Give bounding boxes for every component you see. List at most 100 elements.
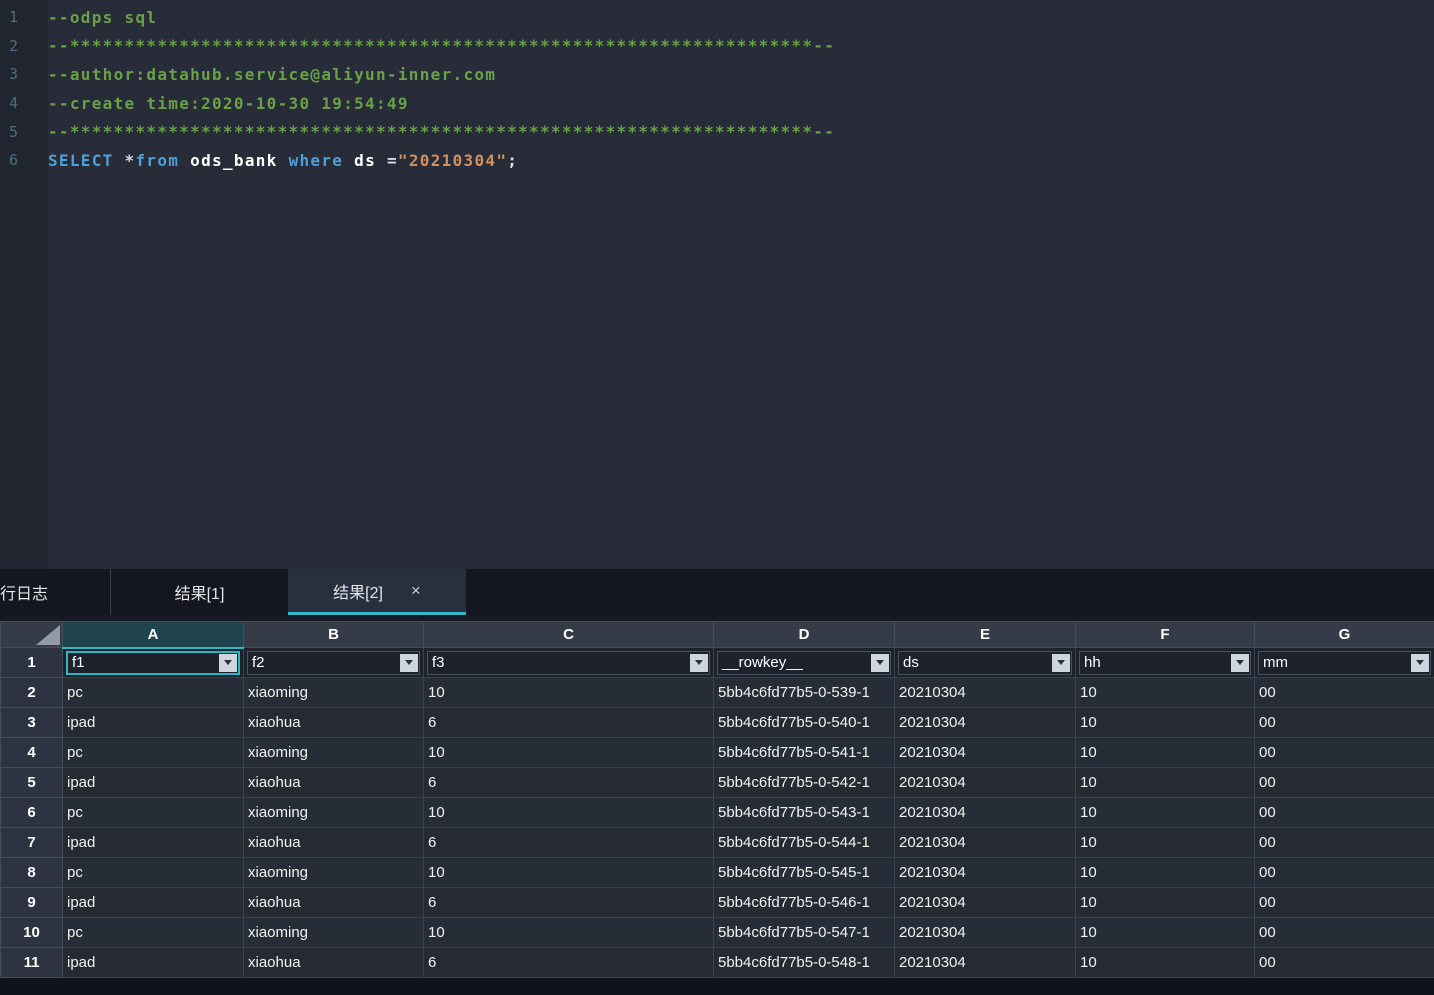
table-cell[interactable]: 5bb4c6fd77b5-0-544-1	[714, 828, 895, 858]
table-cell[interactable]: 5bb4c6fd77b5-0-543-1	[714, 798, 895, 828]
table-cell[interactable]: ipad	[63, 708, 244, 738]
table-cell[interactable]: xiaohua	[244, 948, 424, 978]
column-header-C[interactable]: C	[424, 622, 714, 648]
table-cell[interactable]: pc	[63, 798, 244, 828]
table-cell[interactable]: 20210304	[895, 858, 1076, 888]
table-cell[interactable]: 6	[424, 948, 714, 978]
row-header[interactable]: 2	[1, 678, 63, 708]
filter-dropdown-f1[interactable]: f1	[66, 651, 240, 675]
table-cell[interactable]: 5bb4c6fd77b5-0-546-1	[714, 888, 895, 918]
code-line[interactable]: 6SELECT *from ods_bank where ds ="202103…	[0, 146, 1434, 175]
table-cell[interactable]: 00	[1255, 918, 1434, 948]
row-header[interactable]: 3	[1, 708, 63, 738]
close-icon[interactable]: ×	[411, 582, 421, 599]
table-cell[interactable]: 10	[1076, 858, 1255, 888]
table-cell[interactable]: xiaohua	[244, 828, 424, 858]
table-cell[interactable]: 10	[424, 918, 714, 948]
dropdown-button[interactable]	[1052, 654, 1070, 672]
dropdown-button[interactable]	[400, 654, 418, 672]
table-cell[interactable]: pc	[63, 858, 244, 888]
table-cell[interactable]: 20210304	[895, 678, 1076, 708]
row-header[interactable]: 1	[1, 648, 63, 678]
table-cell[interactable]: 20210304	[895, 888, 1076, 918]
filter-dropdown-hh[interactable]: hh	[1079, 651, 1251, 675]
table-cell[interactable]: 00	[1255, 948, 1434, 978]
table-cell[interactable]: 00	[1255, 738, 1434, 768]
table-cell[interactable]: 6	[424, 768, 714, 798]
dropdown-button[interactable]	[690, 654, 708, 672]
filter-dropdown-__rowkey__[interactable]: __rowkey__	[717, 651, 891, 675]
table-cell[interactable]: xiaoming	[244, 738, 424, 768]
row-header[interactable]: 9	[1, 888, 63, 918]
table-cell[interactable]: 10	[1076, 768, 1255, 798]
column-header-B[interactable]: B	[244, 622, 424, 648]
table-cell[interactable]: 5bb4c6fd77b5-0-539-1	[714, 678, 895, 708]
table-cell[interactable]: 5bb4c6fd77b5-0-540-1	[714, 708, 895, 738]
table-cell[interactable]: xiaohua	[244, 888, 424, 918]
table-cell[interactable]: 10	[424, 678, 714, 708]
table-cell[interactable]: 10	[424, 798, 714, 828]
table-cell[interactable]: pc	[63, 918, 244, 948]
table-cell[interactable]: 10	[424, 738, 714, 768]
table-cell[interactable]: 20210304	[895, 828, 1076, 858]
code-line[interactable]: 5--*************************************…	[0, 117, 1434, 146]
row-header[interactable]: 6	[1, 798, 63, 828]
table-cell[interactable]: 00	[1255, 828, 1434, 858]
table-cell[interactable]: 10	[1076, 738, 1255, 768]
table-cell[interactable]: 00	[1255, 798, 1434, 828]
code-line[interactable]: 4--create time:2020-10-30 19:54:49	[0, 89, 1434, 118]
dropdown-button[interactable]	[871, 654, 889, 672]
table-cell[interactable]: 20210304	[895, 738, 1076, 768]
table-cell[interactable]: pc	[63, 678, 244, 708]
table-cell[interactable]: 00	[1255, 768, 1434, 798]
tab-result-1[interactable]: 结果[1]	[110, 569, 288, 615]
column-header-D[interactable]: D	[714, 622, 895, 648]
column-header-F[interactable]: F	[1076, 622, 1255, 648]
row-header[interactable]: 11	[1, 948, 63, 978]
table-cell[interactable]: 20210304	[895, 768, 1076, 798]
code-line[interactable]: 3--author:datahub.service@aliyun-inner.c…	[0, 60, 1434, 89]
table-cell[interactable]: ipad	[63, 768, 244, 798]
table-cell[interactable]: 20210304	[895, 708, 1076, 738]
row-header[interactable]: 4	[1, 738, 63, 768]
table-cell[interactable]: 20210304	[895, 948, 1076, 978]
table-cell[interactable]: xiaohua	[244, 708, 424, 738]
table-cell[interactable]: 10	[1076, 828, 1255, 858]
table-cell[interactable]: 20210304	[895, 798, 1076, 828]
row-header[interactable]: 10	[1, 918, 63, 948]
table-cell[interactable]: 10	[1076, 948, 1255, 978]
table-cell[interactable]: 5bb4c6fd77b5-0-542-1	[714, 768, 895, 798]
code-line[interactable]: 1--odps sql	[0, 3, 1434, 32]
dropdown-button[interactable]	[1231, 654, 1249, 672]
tab-result-2[interactable]: 结果[2]×	[288, 569, 466, 615]
row-header[interactable]: 5	[1, 768, 63, 798]
table-cell[interactable]: 10	[1076, 678, 1255, 708]
tab-run-log[interactable]: 行日志	[0, 569, 110, 615]
sql-editor[interactable]: 1--odps sql2--**************************…	[0, 0, 1434, 569]
table-cell[interactable]: 10	[1076, 918, 1255, 948]
table-cell[interactable]: 10	[424, 858, 714, 888]
select-all-corner[interactable]	[1, 622, 63, 648]
table-cell[interactable]: 00	[1255, 708, 1434, 738]
table-cell[interactable]: 10	[1076, 798, 1255, 828]
table-cell[interactable]: 5bb4c6fd77b5-0-547-1	[714, 918, 895, 948]
table-cell[interactable]: 20210304	[895, 918, 1076, 948]
table-cell[interactable]: 5bb4c6fd77b5-0-541-1	[714, 738, 895, 768]
table-cell[interactable]: 6	[424, 828, 714, 858]
table-cell[interactable]: 00	[1255, 858, 1434, 888]
column-header-A[interactable]: A	[63, 622, 244, 648]
table-cell[interactable]: 5bb4c6fd77b5-0-548-1	[714, 948, 895, 978]
filter-dropdown-mm[interactable]: mm	[1258, 651, 1431, 675]
table-cell[interactable]: 10	[1076, 708, 1255, 738]
column-header-G[interactable]: G	[1255, 622, 1434, 648]
table-cell[interactable]: 6	[424, 888, 714, 918]
filter-dropdown-ds[interactable]: ds	[898, 651, 1072, 675]
horizontal-scrollbar[interactable]	[0, 978, 1434, 995]
table-cell[interactable]: ipad	[63, 888, 244, 918]
column-header-E[interactable]: E	[895, 622, 1076, 648]
table-cell[interactable]: ipad	[63, 828, 244, 858]
code-line[interactable]: 2--*************************************…	[0, 32, 1434, 61]
row-header[interactable]: 8	[1, 858, 63, 888]
filter-dropdown-f3[interactable]: f3	[427, 651, 710, 675]
table-cell[interactable]: 6	[424, 708, 714, 738]
